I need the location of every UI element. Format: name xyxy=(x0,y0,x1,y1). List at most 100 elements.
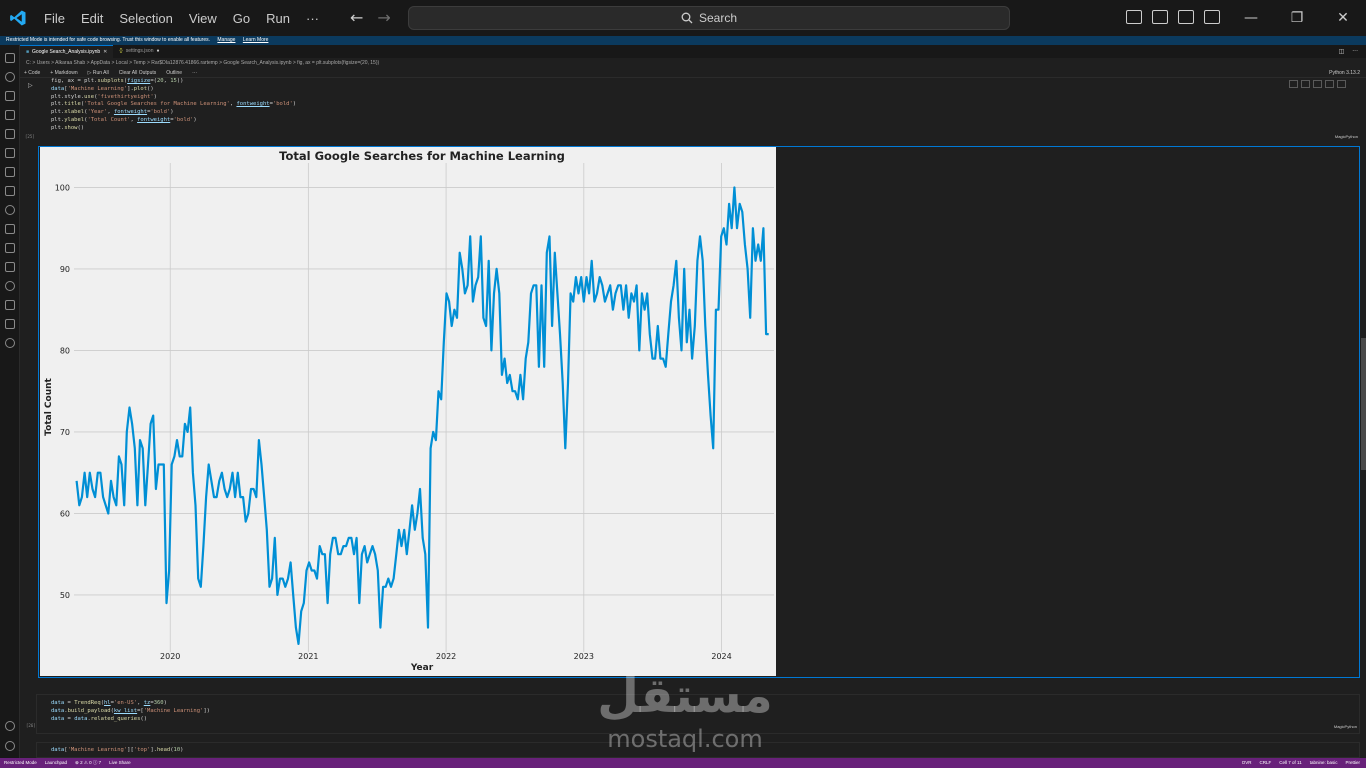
window-controls: — ❐ ✕ xyxy=(1228,0,1366,36)
code-editor[interactable]: fig, ax = plt.subplots(figsize=(20, 15))… xyxy=(51,78,296,133)
explorer-icon[interactable] xyxy=(5,53,15,63)
extensions-icon[interactable] xyxy=(5,129,15,139)
status-item-left-2[interactable]: ⊗ 2 ⚠ 0 ⓘ 7 xyxy=(75,758,101,768)
status-item-right-1[interactable]: CRLF xyxy=(1260,758,1272,768)
close-icon[interactable]: ✕ xyxy=(1320,0,1366,36)
delete-cell-icon[interactable] xyxy=(1337,80,1346,88)
copilot-icon[interactable] xyxy=(5,281,15,291)
minimize-icon[interactable]: — xyxy=(1228,0,1274,36)
restricted-text: Restricted Mode is intended for safe cod… xyxy=(6,37,210,43)
status-item-right-3[interactable]: tabnine: basic xyxy=(1310,758,1338,768)
back-arrow-icon[interactable]: ← xyxy=(350,8,363,27)
chart-series xyxy=(75,186,769,645)
testing-icon[interactable] xyxy=(5,167,15,177)
run-cell-icon[interactable]: ▷ xyxy=(28,82,33,89)
tab-modified-dot-icon: ● xyxy=(156,48,160,54)
run-below-icon[interactable] xyxy=(1301,80,1310,88)
code-editor[interactable]: data['Machine Learning']['top'].head(10) xyxy=(51,747,183,755)
status-left: Restricted Mode Launchpad ⊗ 2 ⚠ 0 ⓘ 7 Live … xyxy=(0,758,131,768)
learn-more-link[interactable]: Learn More xyxy=(243,37,269,43)
kernel-selector[interactable]: Python 3.13.2 xyxy=(1329,68,1360,78)
chart-x-label: Year xyxy=(410,663,434,673)
manage-link[interactable]: Manage xyxy=(217,37,235,43)
run-debug-icon[interactable] xyxy=(5,110,15,120)
split-cell-icon[interactable] xyxy=(1313,80,1322,88)
status-bar: Restricted Mode Launchpad ⊗ 2 ⚠ 0 ⓘ 7 Live … xyxy=(0,758,1366,768)
docker-icon[interactable] xyxy=(5,224,15,234)
watermark-arabic: مستقل xyxy=(597,668,773,724)
breadcrumb[interactable]: C: > Users > Alkaraa Shab > AppData > Lo… xyxy=(26,58,379,68)
menu-item-1[interactable]: Edit xyxy=(73,11,111,26)
vscode-logo-icon xyxy=(0,0,36,36)
source-control-icon[interactable] xyxy=(5,91,15,101)
account-icon[interactable] xyxy=(5,721,15,731)
timeline-icon[interactable] xyxy=(5,205,15,215)
clear-outputs-button[interactable]: Clear All Outputs xyxy=(119,68,157,77)
menu-item-5[interactable]: Run xyxy=(258,11,298,26)
y-tick-label: 80 xyxy=(60,346,70,355)
y-tick-label: 50 xyxy=(60,591,70,600)
outline-button[interactable]: Outline xyxy=(166,68,182,77)
search-label: Search xyxy=(698,11,738,25)
folder-icon[interactable] xyxy=(5,186,15,196)
notebook-toolbar: + Code + Markdown ▷ Run All Clear All Ou… xyxy=(20,68,1366,78)
search-view-icon[interactable] xyxy=(5,72,15,82)
todo-icon[interactable] xyxy=(5,319,15,329)
menu-item-6[interactable]: ··· xyxy=(298,11,327,26)
cell-language[interactable]: MagicPython xyxy=(1334,724,1357,729)
run-above-icon[interactable] xyxy=(1289,80,1298,88)
chart-svg: 50 60 70 80 90 100 2020 2021 2022 2023 2024 Total … xyxy=(44,149,774,673)
status-item-right-0[interactable]: OVR xyxy=(1242,758,1252,768)
code-editor[interactable]: data = TrendReq(hl='en-US', tz=360) data… xyxy=(51,700,210,723)
menu-item-2[interactable]: Selection xyxy=(111,11,180,26)
add-markdown-button[interactable]: + Markdown xyxy=(50,68,77,77)
command-center-search[interactable]: Search xyxy=(408,6,1010,30)
restore-icon[interactable]: ❐ xyxy=(1274,0,1320,36)
status-item-right-2[interactable]: Cell 7 of 11 xyxy=(1279,758,1301,768)
customize-layout-icon[interactable] xyxy=(1126,10,1142,24)
settings-sync-icon[interactable] xyxy=(5,338,15,348)
cell-toolbar xyxy=(1289,80,1346,88)
toolbar-more-button[interactable]: ··· xyxy=(192,68,197,77)
tab-close-icon[interactable]: ✕ xyxy=(103,46,107,58)
manage-gear-icon[interactable] xyxy=(5,741,15,751)
y-tick-label: 60 xyxy=(60,509,70,518)
status-item-left-1[interactable]: Launchpad xyxy=(45,758,67,768)
more-actions-icon[interactable]: ··· xyxy=(1352,48,1358,55)
add-code-button[interactable]: + Code xyxy=(24,68,40,77)
run-all-button[interactable]: ▷ Run All xyxy=(88,68,109,77)
forward-arrow-icon[interactable]: → xyxy=(377,8,390,27)
execution-count: [26] xyxy=(26,723,36,728)
menu-item-4[interactable]: Go xyxy=(225,11,258,26)
status-item-left-0[interactable]: Restricted Mode xyxy=(4,758,37,768)
code-cell[interactable]: ▷ fig, ax = plt.subplots(figsize=(20, 15… xyxy=(25,78,1360,142)
tab-notebook[interactable]: ■ Google Search_Analysis.ipynb ✕ xyxy=(20,45,114,58)
cell-more-icon[interactable] xyxy=(1325,80,1334,88)
live-share-icon[interactable] xyxy=(5,243,15,253)
x-tick-label: 2023 xyxy=(574,652,594,661)
toggle-secondary-sidebar-icon[interactable] xyxy=(1204,10,1220,24)
editor-tabs: ■ Google Search_Analysis.ipynb ✕ {} sett… xyxy=(20,45,1366,58)
toggle-panel-icon[interactable] xyxy=(1178,10,1194,24)
split-editor-icon[interactable]: ◫ xyxy=(1339,48,1345,55)
cell-language[interactable]: MagicPython xyxy=(1335,134,1358,139)
tab-settings-json[interactable]: {} settings.json ● xyxy=(113,45,165,58)
search-icon xyxy=(681,12,693,24)
status-item-right-4[interactable]: Prettier xyxy=(1345,758,1360,768)
activity-bar xyxy=(0,45,20,758)
remote-explorer-icon[interactable] xyxy=(5,148,15,158)
bookmarks-icon[interactable] xyxy=(5,300,15,310)
status-right: OVR CRLF Cell 7 of 11 tabnine: basic Prettie… xyxy=(1242,758,1366,768)
status-item-left-3[interactable]: Live Share xyxy=(109,758,131,768)
github-icon[interactable] xyxy=(5,262,15,272)
json-file-icon: {} xyxy=(119,48,123,54)
toggle-primary-sidebar-icon[interactable] xyxy=(1152,10,1168,24)
x-tick-label: 2022 xyxy=(436,652,456,661)
series-line-0 xyxy=(75,186,769,645)
tab-label: settings.json xyxy=(125,48,154,54)
editor-scrollbar[interactable] xyxy=(1361,338,1366,470)
menu-item-0[interactable]: File xyxy=(36,11,73,26)
chart-y-label: Total Count xyxy=(44,377,54,435)
x-tick-label: 2020 xyxy=(160,652,180,661)
menu-item-3[interactable]: View xyxy=(181,11,225,26)
